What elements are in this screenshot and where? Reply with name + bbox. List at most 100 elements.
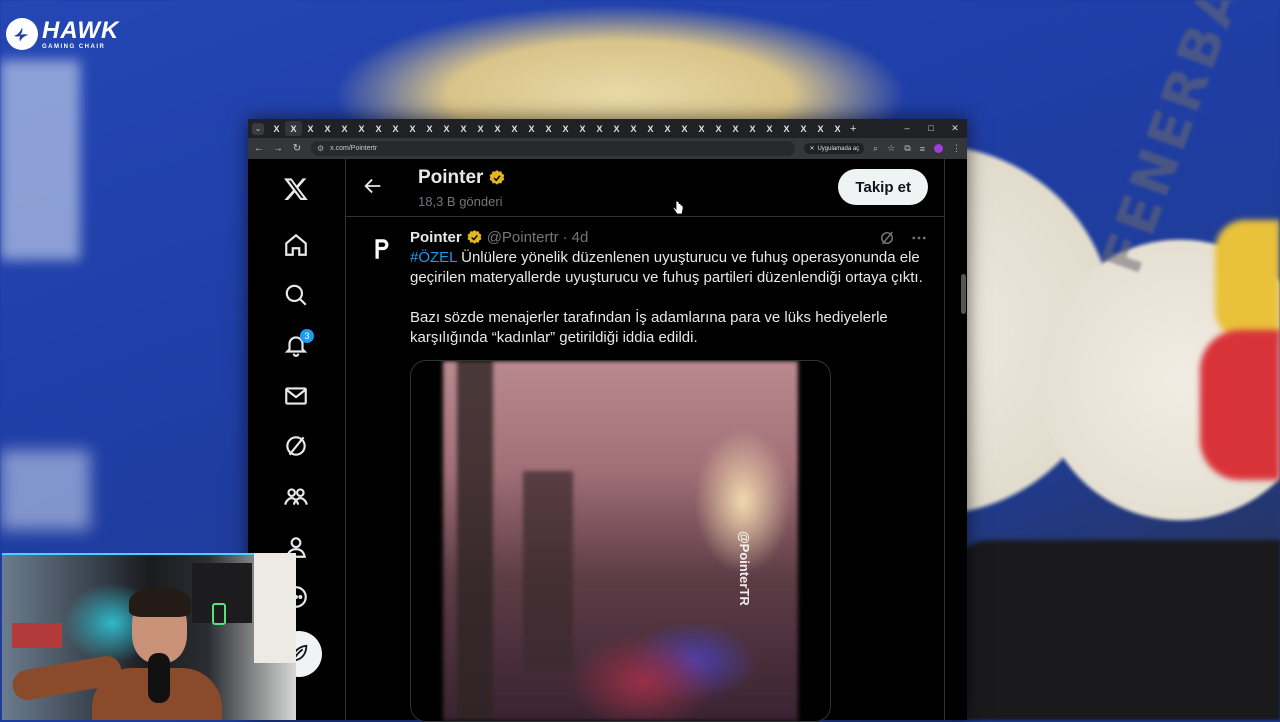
communities-icon[interactable] [276,477,316,517]
streamer-hair [129,587,191,617]
tab-x[interactable]: X [727,121,744,136]
tab-x[interactable]: X [268,121,285,136]
tab-x[interactable]: X [438,121,455,136]
webcam-lamp [254,553,296,663]
tab-x[interactable]: X [778,121,795,136]
author-name[interactable]: Pointer [410,229,462,246]
video-scene-pillar [457,361,493,721]
tab-x[interactable]: X [795,121,812,136]
profile-name: Pointer [418,167,506,189]
tab-x[interactable]: X [319,121,336,136]
open-in-app-button[interactable]: ✕ Uygulamada aç [804,143,865,154]
tab-x[interactable]: X [557,121,574,136]
more-options-icon[interactable] [910,229,928,247]
new-tab-button[interactable]: + [850,123,856,135]
tab-x[interactable]: X [710,121,727,136]
window-minimize-button[interactable]: – [895,123,919,134]
background-emblem-yellow [1215,220,1280,340]
tab-x[interactable]: X [574,121,591,136]
background-panel [0,450,90,530]
reading-list-icon[interactable]: ≡ [920,144,925,154]
tweet-text-paragraph2: Bazı sözde menajerler tarafından İş adam… [410,309,892,346]
browser-window: ⌄ XXXXXXXXXXXXXXXXXXXXXXXXXXXXXXXXXX + –… [248,119,967,722]
follow-button[interactable]: Takip et [838,169,928,205]
tab-x[interactable]: X [659,121,676,136]
tab-x[interactable]: X [540,121,557,136]
hashtag-link[interactable]: #ÖZEL [410,249,457,266]
author-handle[interactable]: @Pointertr [487,229,559,246]
tab-x[interactable]: X [744,121,761,136]
tab-x[interactable]: X [455,121,472,136]
background-jacket [950,540,1280,720]
profile-timeline: Pointer 18,3 B gönderi Takip et Pointer … [345,159,945,722]
hand-cursor-icon [672,200,684,215]
background-panel [0,60,80,260]
toolbar: ← → ↻ ⚙ x.com/Pointertr ✕ Uygulamada aç … [248,138,967,159]
tweet-video[interactable]: @PointerTR [410,360,831,722]
tweet-actions [878,229,928,247]
tab-x[interactable]: X [676,121,693,136]
profile-name-text: Pointer [418,167,484,188]
forward-nav-icon[interactable]: → [273,143,283,154]
tab-active[interactable]: X [285,121,302,136]
video-watermark: @PointerTR [737,531,752,606]
tab-x[interactable]: X [761,121,778,136]
separator-dot: · [562,229,568,246]
webcam-red-object [12,623,62,648]
tab-x[interactable]: X [472,121,489,136]
tab-x[interactable]: X [642,121,659,136]
tab-x[interactable]: X [353,121,370,136]
url-text: x.com/Pointertr [330,145,378,152]
x-logo-icon[interactable] [276,169,316,209]
grok-icon[interactable] [276,426,316,466]
tab-x[interactable]: X [506,121,523,136]
window-maximize-button[interactable]: □ [919,123,943,134]
tab-x[interactable]: X [693,121,710,136]
tab-x[interactable]: X [404,121,421,136]
notifications-bell-icon[interactable]: 3 [276,325,316,365]
address-bar[interactable]: ⚙ x.com/Pointertr [311,141,796,156]
microphone-icon [148,653,170,703]
streamer [10,587,222,720]
tab-x[interactable]: X [523,121,540,136]
menu-kebab-icon[interactable]: ⋮ [952,143,961,154]
tab-x[interactable]: X [387,121,404,136]
zoom-icon[interactable]: ⌕ [873,143,878,154]
bookmark-star-icon[interactable]: ☆ [887,143,895,154]
tab-x[interactable]: X [625,121,642,136]
search-icon[interactable] [276,275,316,315]
brand-name: HAWK [42,16,120,44]
open-in-app-label: Uygulamada aç [817,145,860,152]
window-close-button[interactable]: ✕ [943,123,967,134]
profile-avatar[interactable] [934,144,943,153]
author-avatar[interactable] [362,229,402,269]
grok-icon[interactable] [878,229,896,247]
brand-tagline: GAMING CHAIR [42,43,106,50]
reload-icon[interactable]: ↻ [292,143,302,154]
tweet-time[interactable]: 4d [572,229,589,246]
back-arrow-icon[interactable] [362,175,384,197]
tab-x[interactable]: X [812,121,829,136]
tab-x[interactable]: X [829,121,846,136]
tab-x[interactable]: X [421,121,438,136]
scrollbar-thumb[interactable] [961,274,966,314]
tweet-header: Pointer @Pointertr · 4d [410,229,928,246]
back-nav-icon[interactable]: ← [254,143,264,154]
app-icon: ✕ [809,146,815,152]
site-info-icon[interactable]: ⚙ [317,144,324,153]
tweet-text-part1: Ünlülere yönelik düzenlenen uyuşturucu v… [410,249,924,286]
tab-x[interactable]: X [489,121,506,136]
messages-mail-icon[interactable] [276,376,316,416]
tab-x[interactable]: X [370,121,387,136]
tab-x[interactable]: X [302,121,319,136]
tab-search-icon[interactable]: ⌄ [252,122,264,135]
brand-logo: HAWK GAMING CHAIR [6,18,119,50]
tab-x[interactable]: X [608,121,625,136]
post-count: 18,3 B gönderi [418,194,503,209]
tweet[interactable]: Pointer @Pointertr · 4d #ÖZEL Ünlülere y… [346,217,944,722]
extensions-icon[interactable]: ⧉ [904,143,910,154]
tab-x[interactable]: X [591,121,608,136]
tab-list: XXXXXXXXXXXXXXXXXXXXXXXXXXXXXXXXXX [268,121,846,136]
tab-x[interactable]: X [336,121,353,136]
home-icon[interactable] [276,225,316,265]
